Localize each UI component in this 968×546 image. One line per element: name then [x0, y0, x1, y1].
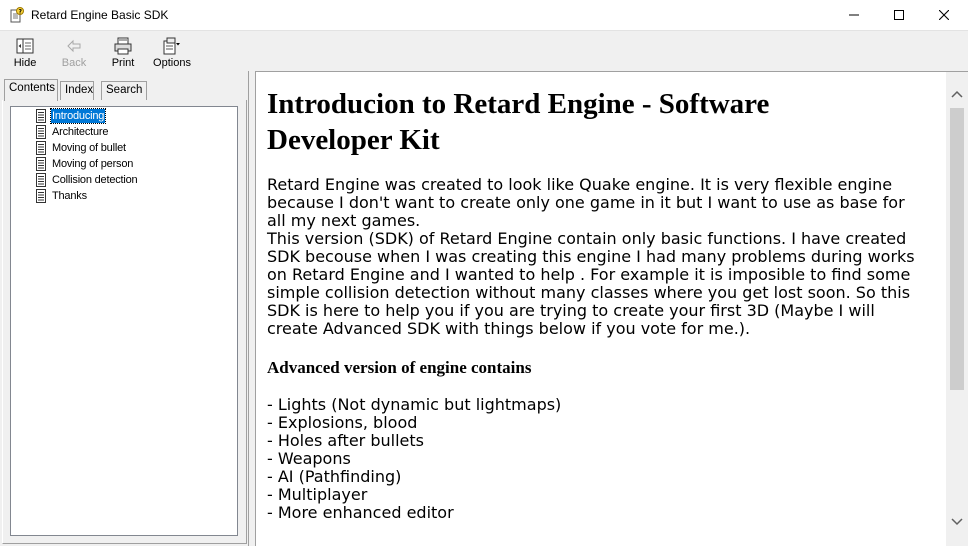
hide-button[interactable]: Hide — [8, 33, 42, 71]
close-icon — [939, 10, 949, 20]
contents-tree[interactable]: Introducing Architecture Moving of bulle… — [10, 106, 238, 536]
topic-page-icon — [35, 125, 47, 139]
window-title: Retard Engine Basic SDK — [31, 8, 169, 22]
text-line: because I don't want to create only one … — [267, 193, 905, 212]
maximize-icon — [894, 10, 904, 20]
tree-item-label: Thanks — [52, 190, 87, 202]
tree-item-label: Moving of bullet — [52, 142, 126, 154]
tree-item-label: Architecture — [52, 126, 109, 138]
minimize-button[interactable] — [832, 0, 877, 30]
tree-item-label: Introducing — [49, 108, 107, 124]
svg-text:?: ? — [19, 9, 23, 16]
title-bar: ? Retard Engine Basic SDK — [0, 0, 968, 30]
text-line: SDK becouse when I was creating this eng… — [267, 247, 915, 266]
scroll-up-button[interactable] — [946, 84, 968, 106]
paragraph-intro: Retard Engine was created to look like Q… — [267, 176, 947, 338]
feature-item: - AI (Pathfinding) — [267, 467, 402, 486]
heading-line: Introducion to Retard Engine - Software — [267, 88, 770, 120]
chevron-up-icon — [951, 90, 963, 98]
tree-item-label: Moving of person — [52, 158, 134, 170]
topic-page-icon — [35, 109, 47, 123]
options-icon — [162, 36, 182, 56]
content-pane: Introducion to Retard Engine - Software … — [255, 71, 968, 546]
tab-search[interactable]: Search — [101, 81, 147, 100]
back-label: Back — [61, 57, 87, 69]
close-button[interactable] — [922, 0, 967, 30]
maximize-button[interactable] — [877, 0, 922, 30]
feature-item: - Holes after bullets — [267, 431, 424, 450]
back-arrow-icon — [64, 36, 84, 56]
feature-item: - Explosions, blood — [267, 413, 418, 432]
text-line: create Advanced SDK with things below if… — [267, 319, 751, 338]
hide-pane-icon — [15, 36, 35, 56]
help-book-icon: ? — [9, 7, 25, 23]
minimize-icon — [849, 14, 859, 16]
tab-index[interactable]: Index — [60, 81, 94, 100]
print-button[interactable]: Print — [106, 33, 140, 71]
toolbar: Hide Back Print Options — [0, 30, 968, 71]
tab-contents[interactable]: Contents — [4, 79, 58, 101]
printer-icon — [113, 36, 133, 56]
tree-item-label: Collision detection — [52, 174, 138, 186]
text-line: all my next games. — [267, 211, 421, 230]
chevron-down-icon — [951, 518, 963, 526]
back-button[interactable]: Back — [56, 33, 92, 71]
topic-page-icon — [35, 157, 47, 171]
print-label: Print — [111, 57, 135, 69]
topic-page-icon — [35, 173, 47, 187]
options-label: Options — [153, 57, 191, 69]
text-line: Retard Engine was created to look like Q… — [267, 175, 893, 194]
navigation-pane: Contents Index Search Introducing Archit… — [0, 71, 249, 546]
options-button[interactable]: Options — [149, 33, 195, 71]
feature-item: - Lights (Not dynamic but lightmaps) — [267, 395, 562, 414]
feature-item: - Weapons — [267, 449, 351, 468]
text-line: on Retard Engine and I wanted to help . … — [267, 265, 911, 284]
topic-document: Introducion to Retard Engine - Software … — [267, 86, 947, 522]
text-line: simple collision detection without many … — [267, 283, 911, 302]
subheading: Advanced version of engine contains — [267, 358, 532, 377]
hide-label: Hide — [13, 57, 37, 69]
topic-page-icon — [35, 141, 47, 155]
nav-tabs: Contents Index Search — [2, 79, 247, 101]
scroll-down-button[interactable] — [946, 510, 968, 532]
feature-item: - More enhanced editor — [267, 503, 454, 522]
heading-line: Developer Kit — [267, 124, 440, 156]
feature-item: - Multiplayer — [267, 485, 368, 504]
text-line: This version (SDK) of Retard Engine cont… — [267, 229, 907, 248]
scroll-thumb[interactable] — [950, 108, 964, 390]
topic-page-icon — [35, 189, 47, 203]
text-line: SDK is here to help you if you are tryin… — [267, 301, 875, 320]
vertical-scrollbar[interactable] — [946, 72, 968, 546]
topic-heading: Introducion to Retard Engine - Software … — [267, 86, 947, 158]
